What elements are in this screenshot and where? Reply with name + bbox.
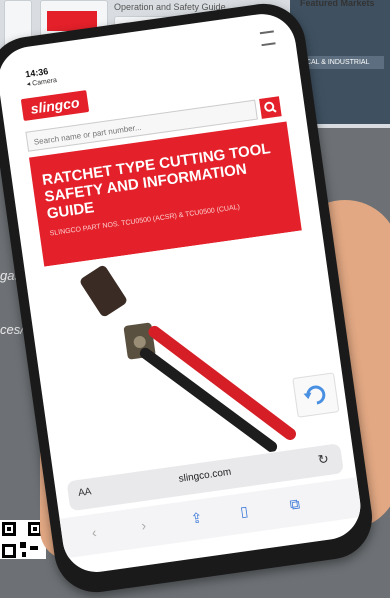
bookmarks-icon[interactable]: ▯ bbox=[239, 503, 249, 521]
share-icon[interactable]: ⇪ bbox=[190, 509, 204, 527]
recaptcha-badge[interactable] bbox=[292, 372, 340, 418]
recaptcha-icon bbox=[303, 385, 326, 405]
slingco-logo[interactable]: slingco bbox=[20, 90, 90, 122]
back-arrow-icon[interactable]: ‹ bbox=[91, 524, 98, 540]
tabs-icon[interactable]: ⧉ bbox=[289, 495, 301, 513]
search-button[interactable] bbox=[259, 96, 282, 119]
reload-icon[interactable]: ↻ bbox=[317, 451, 330, 468]
side-text: ces/ bbox=[0, 322, 24, 337]
search-icon bbox=[264, 101, 277, 113]
phone-screen: 14:36 ◂ Camera slingco RATCHET TYPE CUTT… bbox=[0, 9, 365, 577]
forward-arrow-icon[interactable]: › bbox=[140, 517, 147, 533]
featured-markets-title: Featured Markets bbox=[300, 0, 375, 8]
menu-icon[interactable] bbox=[259, 30, 276, 47]
market-tag: ICAL & INDUSTRIAL bbox=[300, 56, 384, 69]
product-image bbox=[44, 230, 332, 480]
